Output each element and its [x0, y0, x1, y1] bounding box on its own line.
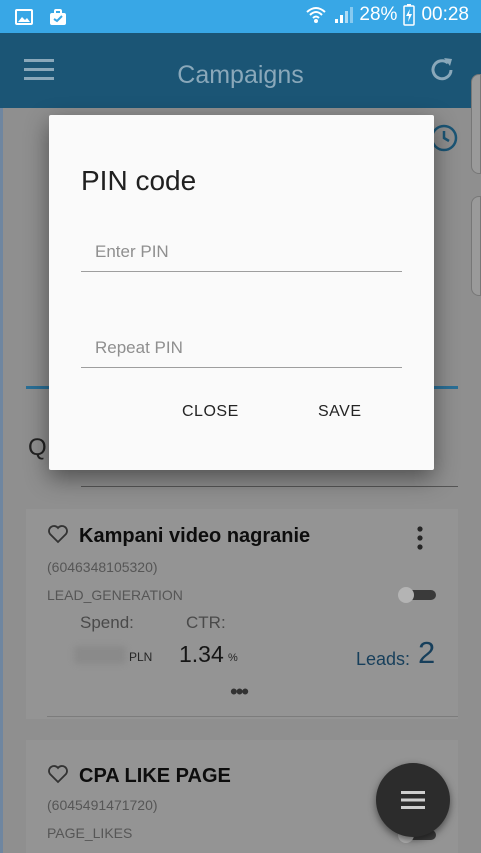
clock-time: 00:28	[421, 4, 469, 25]
campaign-id: (6046348105320)	[47, 559, 158, 575]
campaign-card[interactable]: Kampani video nagranie (6046348105320) L…	[26, 509, 458, 719]
gallery-icon	[15, 9, 33, 25]
signal-icon	[335, 7, 354, 23]
app-bar: Campaigns	[0, 33, 481, 108]
pin-code-dialog: PIN code CLOSE SAVE	[49, 115, 434, 470]
side-panel-handle[interactable]	[471, 196, 481, 296]
leads-value: 2	[418, 635, 436, 670]
campaign-id: (6045491471720)	[47, 797, 158, 813]
repeat-pin-field[interactable]	[81, 328, 402, 368]
search-input-underline	[81, 486, 458, 487]
status-bar: 28% 00:28	[0, 0, 481, 33]
spend-value-redacted	[74, 646, 126, 664]
divider	[47, 716, 458, 717]
enter-pin-field[interactable]	[81, 232, 402, 272]
dialog-title: PIN code	[81, 165, 197, 196]
currency-label: PLN	[129, 650, 153, 664]
leads-label: Leads:	[356, 649, 411, 669]
page-title: Campaigns	[177, 61, 304, 89]
more-vert-icon[interactable]	[416, 526, 424, 550]
close-button[interactable]: CLOSE	[174, 397, 247, 427]
heart-icon[interactable]	[47, 764, 69, 784]
save-button[interactable]: SAVE	[310, 397, 370, 427]
ctr-label: CTR:	[186, 613, 226, 632]
refresh-icon[interactable]	[427, 55, 457, 85]
list-icon	[401, 791, 425, 809]
battery-percent: 28%	[359, 4, 398, 25]
campaign-name: CPA LIKE PAGE	[79, 765, 231, 787]
ctr-value: 1.34	[179, 641, 224, 667]
campaign-name: Kampani video nagranie	[79, 525, 311, 547]
heart-icon[interactable]	[47, 524, 69, 544]
expand-more-button[interactable]: •••	[230, 679, 249, 705]
wifi-icon	[306, 7, 327, 23]
briefcase-icon	[50, 9, 66, 25]
ctr-unit: %	[228, 652, 238, 664]
campaign-toggle[interactable]	[398, 587, 438, 603]
left-edge	[0, 108, 3, 853]
campaign-objective: LEAD_GENERATION	[47, 587, 183, 603]
search-icon[interactable]: Q	[28, 434, 47, 462]
spend-label: Spend:	[80, 613, 134, 632]
fab-menu-button[interactable]	[376, 763, 450, 837]
campaign-objective: PAGE_LIKES	[47, 825, 133, 841]
battery-icon	[403, 4, 416, 26]
side-panel-handle[interactable]	[471, 74, 481, 174]
